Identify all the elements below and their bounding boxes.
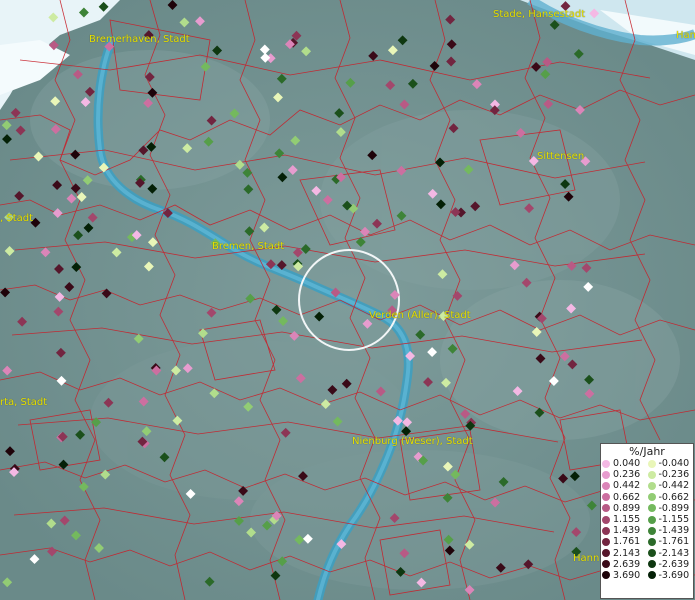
- legend-item: -1.155: [647, 514, 694, 526]
- legend-swatch: [647, 526, 656, 535]
- city-label-west-stadt: , Stadt: [0, 213, 34, 224]
- legend-item: 3.690: [602, 570, 648, 581]
- legend-label: -0.040: [658, 458, 690, 470]
- legend-grid: 0.040 0.236 0.442 0.662 0.899 1.155 1.439 1.761…: [601, 458, 693, 581]
- legend-swatch: [602, 526, 610, 535]
- legend-swatch: [602, 481, 610, 490]
- legend-label: 0.236: [613, 469, 641, 481]
- legend-item: -0.662: [647, 491, 694, 503]
- city-label-bremerhaven: Bremerhaven, Stadt: [89, 34, 190, 45]
- legend-label: -0.442: [658, 480, 690, 492]
- legend-label: -0.236: [658, 469, 690, 481]
- city-label-hamburg: Ham: [676, 30, 695, 41]
- legend-label: 2.639: [613, 558, 641, 570]
- legend-item: -0.040: [647, 458, 694, 470]
- legend-swatch: [647, 537, 656, 546]
- legend-item: -1.761: [647, 536, 694, 548]
- legend-swatch: [647, 459, 656, 468]
- legend-column-negative: -0.040 -0.236 -0.442 -0.662 -0.899 -1.155 -1.4…: [647, 458, 694, 581]
- legend-item: -0.899: [647, 502, 694, 514]
- legend-item: -1.439: [647, 525, 694, 537]
- legend-swatch: [647, 549, 656, 558]
- legend-swatch: [647, 560, 656, 569]
- legend-label: -1.439: [658, 525, 690, 537]
- legend-item: 1.439: [602, 525, 648, 536]
- city-label-rta: rta, Stadt: [0, 397, 48, 408]
- city-label-hannover: Hann: [573, 553, 600, 564]
- legend-item: 0.442: [602, 480, 648, 491]
- legend-column-positive: 0.040 0.236 0.442 0.662 0.899 1.155 1.439 1.761…: [602, 458, 648, 581]
- legend-title: %/Jahr: [629, 445, 665, 458]
- map-canvas[interactable]: [0, 0, 695, 600]
- legend: %/Jahr 0.040 0.236 0.442 0.662 0.899 1.155 1.4…: [600, 443, 694, 599]
- legend-swatch: [647, 481, 656, 490]
- legend-label: 2.143: [613, 547, 641, 559]
- city-label-nienburg: Nienburg (Weser), Stadt: [352, 436, 473, 447]
- legend-swatch: [647, 515, 656, 524]
- legend-item: -0.236: [647, 469, 694, 481]
- legend-item: 1.155: [602, 514, 648, 525]
- legend-label: -0.899: [658, 502, 690, 514]
- city-label-verden: Verden (Aller), Stadt: [369, 310, 471, 321]
- legend-swatch: [602, 515, 610, 524]
- legend-swatch: [647, 470, 656, 479]
- legend-label: 0.442: [613, 480, 641, 492]
- legend-swatch: [602, 560, 610, 569]
- legend-label: -1.155: [658, 514, 690, 526]
- legend-item: 0.040: [602, 458, 648, 469]
- legend-label: 1.155: [613, 514, 641, 526]
- legend-label: -3.690: [658, 569, 690, 581]
- legend-swatch: [602, 571, 610, 580]
- legend-item: -3.690: [647, 569, 694, 581]
- legend-label: 0.899: [613, 502, 641, 514]
- city-label-sittensen: Sittensen: [537, 151, 585, 162]
- map-view[interactable]: Bremerhaven, Stadt Stade, Hansestadt Ham…: [0, 0, 695, 600]
- legend-swatch: [647, 504, 656, 513]
- legend-label: -0.662: [658, 491, 690, 503]
- legend-item: 2.639: [602, 559, 648, 570]
- legend-label: 0.040: [613, 458, 641, 470]
- legend-item: 1.761: [602, 536, 648, 547]
- legend-swatch: [602, 493, 610, 502]
- legend-label: 1.439: [613, 525, 641, 537]
- legend-item: 2.143: [602, 548, 648, 559]
- legend-item: -0.442: [647, 480, 694, 492]
- legend-label: -2.143: [658, 547, 690, 559]
- legend-label: 1.761: [613, 536, 641, 548]
- legend-label: -2.639: [658, 558, 690, 570]
- legend-swatch: [602, 459, 610, 468]
- legend-swatch: [602, 504, 610, 513]
- legend-label: -1.761: [658, 536, 690, 548]
- legend-label: 0.662: [613, 491, 641, 503]
- city-label-stade: Stade, Hansestadt: [493, 9, 586, 20]
- legend-swatch: [602, 549, 610, 558]
- legend-swatch: [602, 537, 610, 546]
- legend-label: 3.690: [613, 569, 641, 581]
- legend-item: 0.236: [602, 469, 648, 480]
- legend-item: 0.662: [602, 492, 648, 503]
- legend-item: 0.899: [602, 503, 648, 514]
- city-label-bremen: Bremen, Stadt: [212, 241, 285, 252]
- legend-item: -2.143: [647, 547, 694, 559]
- legend-swatch: [647, 493, 656, 502]
- legend-swatch: [647, 571, 656, 580]
- legend-item: -2.639: [647, 558, 694, 570]
- legend-swatch: [602, 470, 610, 479]
